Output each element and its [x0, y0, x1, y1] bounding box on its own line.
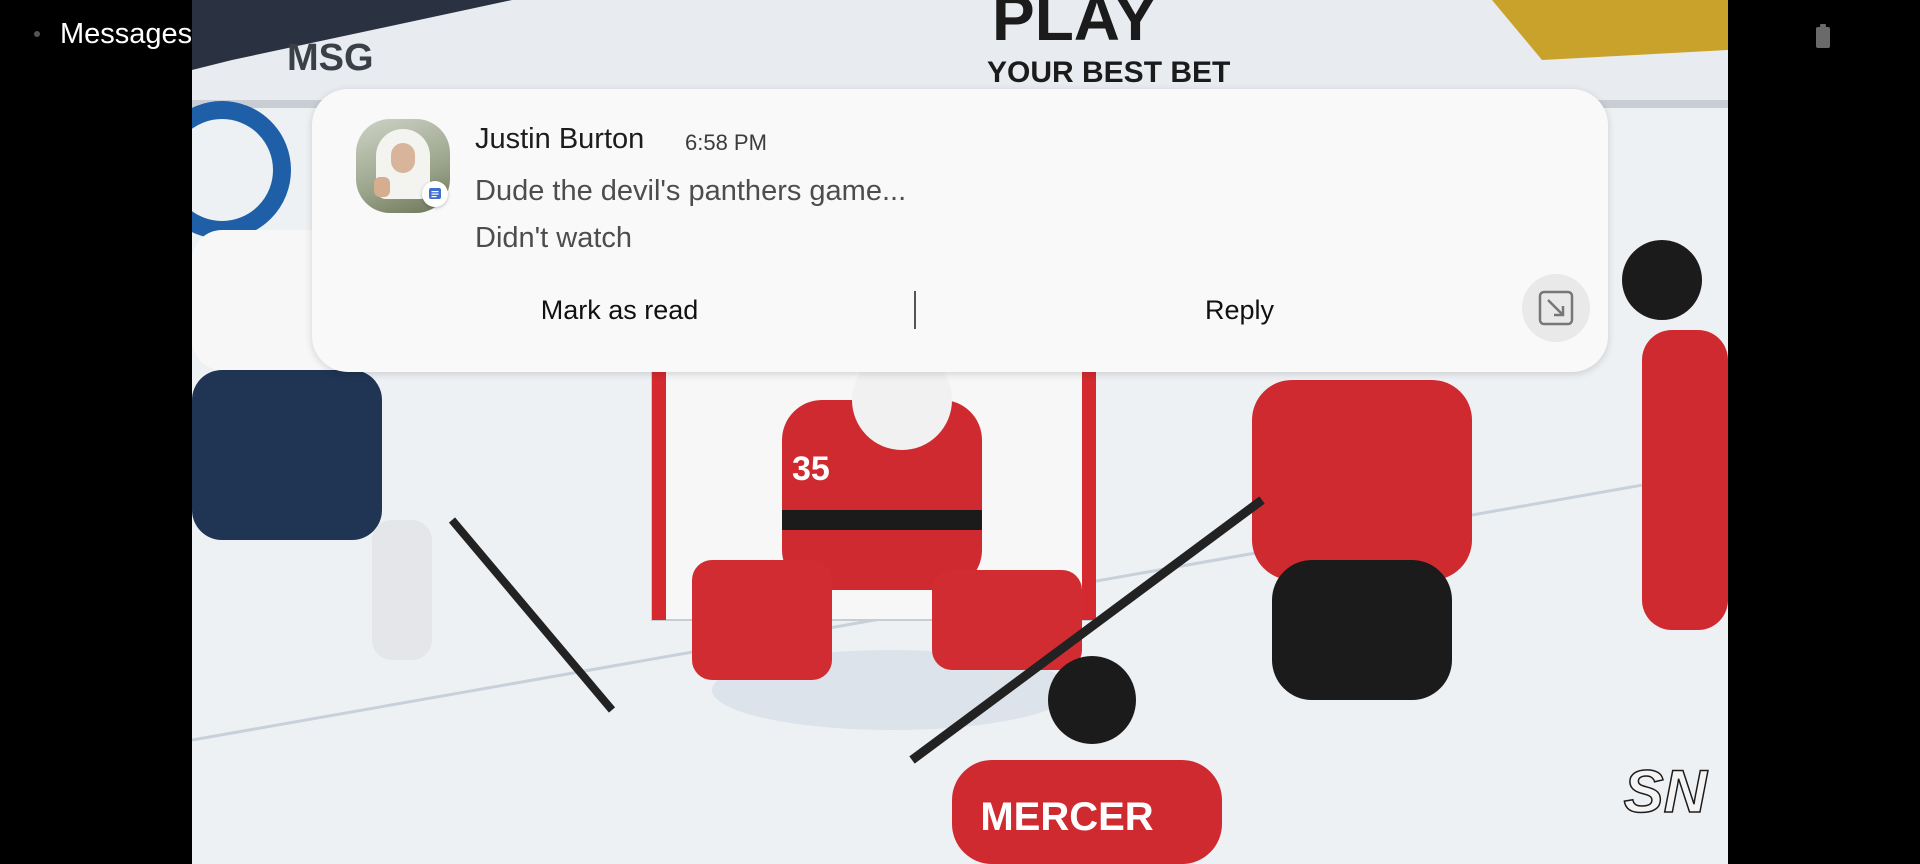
- action-divider: [914, 291, 916, 329]
- notification-dot-icon: [34, 31, 40, 37]
- message-line: Dude the devil's panthers game...: [475, 175, 907, 207]
- battery-icon: [1816, 24, 1830, 48]
- mark-as-read-button[interactable]: Mark as read: [452, 289, 787, 331]
- message-time: 6:58 PM: [685, 130, 767, 155]
- message-line: Didn't watch: [475, 222, 633, 254]
- jersey-name: MERCER: [980, 795, 1153, 839]
- message-notification[interactable]: Justin Burton 6:58 PM Dude the devil's p…: [312, 89, 1608, 372]
- reply-button[interactable]: Reply: [1072, 289, 1407, 331]
- open-in-popup-button[interactable]: [1522, 274, 1590, 342]
- sender-name: Justin Burton: [475, 123, 645, 155]
- message-icon: [422, 181, 448, 207]
- goalie-number: 35: [792, 450, 830, 488]
- network-logo: SN: [1624, 758, 1709, 825]
- status-bar: Messages: [0, 0, 1920, 72]
- open-in-popup-icon: [1538, 290, 1574, 326]
- status-app-name: Messages: [60, 18, 193, 50]
